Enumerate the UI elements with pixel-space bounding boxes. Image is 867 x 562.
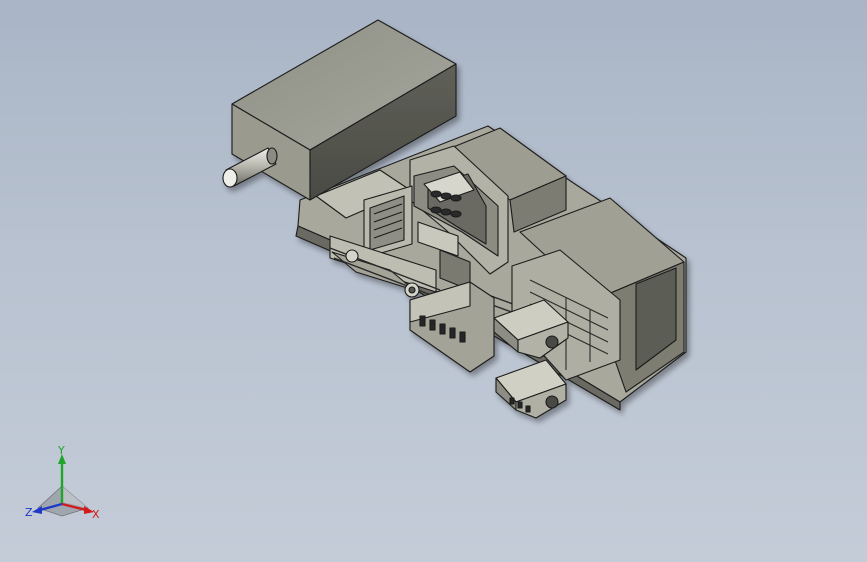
view-orientation-triad: Y X Z — [25, 446, 100, 521]
z-axis-label: Z — [25, 506, 33, 519]
x-axis-label: X — [92, 508, 100, 521]
y-axis-label: Y — [57, 446, 65, 457]
machine-assembly-model[interactable] — [0, 0, 867, 562]
graphics-viewport[interactable]: Y X Z — [0, 0, 867, 562]
frame-body — [222, 19, 687, 419]
